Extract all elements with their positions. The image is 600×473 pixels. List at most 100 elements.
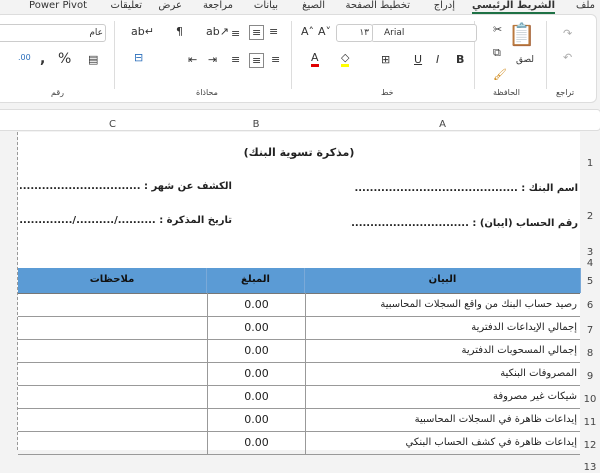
memo-date-field[interactable]: تاريخ المذكرة : ........../........../..… [20,215,232,226]
notes-cell[interactable] [18,339,206,362]
table-row: شيكات غير مصروفة 0.00 [18,385,580,409]
accounting-format-icon[interactable]: ▤ [88,53,98,66]
align-left-icon[interactable]: ≡ [231,53,240,66]
indent-icon[interactable]: ⇥ [208,53,217,66]
row-header[interactable]: 8 [580,348,600,359]
undo-icon[interactable]: ↶ [563,51,572,64]
row-header[interactable]: 3 [580,247,600,258]
notes-cell[interactable] [18,431,206,454]
align-bottom-icon[interactable]: ≡ [231,27,240,40]
clipboard-group-label: الحافظة [493,88,520,97]
table-row: إجمالي المسحوبات الدفترية 0.00 [18,339,580,363]
paste-button[interactable]: لصق [516,55,534,65]
row-header[interactable]: 11 [580,417,600,428]
cut-icon[interactable]: ✂ [493,23,502,36]
underline-icon[interactable]: U [414,53,422,66]
font-size-select[interactable]: ١٣ [336,24,373,42]
amount-cell[interactable]: 0.00 [207,385,306,408]
ribbon: ↷ ↶ تراجع 📋 لصق ✂ ⧉ 🖌 الحافظة Arial ١٣ A… [0,14,597,103]
column-header-b[interactable]: B [207,118,305,132]
row-header[interactable]: 10 [580,394,600,405]
row-header[interactable]: 13 [580,462,600,473]
notes-cell[interactable] [18,385,206,408]
wrap-text-icon[interactable]: ab↵ [131,25,154,38]
font-name-select[interactable]: Arial [371,24,477,42]
italic-icon[interactable]: I [436,53,439,66]
ribbon-tabs: ملف الشريط الرئيسي إدراج تخطيط الصفحة ال… [0,0,600,14]
bold-icon[interactable]: B [456,53,464,66]
comma-style-icon[interactable]: , [40,51,45,67]
tab-view[interactable]: عرض [158,0,182,12]
row-header[interactable]: 4 [580,258,600,269]
format-painter-icon[interactable]: 🖌 [493,68,507,81]
tab-review[interactable]: مراجعة [203,0,233,12]
description-cell[interactable]: المصروفات البنكية [305,362,580,385]
tab-comments[interactable]: تعليقات [111,0,142,12]
account-number-field[interactable]: رقم الحساب (أيبان) : ...................… [350,218,578,229]
tab-power-pivot[interactable]: Power Pivot [29,0,87,12]
description-cell[interactable]: رصيد حساب البنك من واقع السجلات المحاسبي… [305,293,580,316]
table-row: إيداعات ظاهرة في كشف الحساب البنكي 0.00 [18,431,580,455]
notes-cell[interactable] [18,362,206,385]
notes-cell[interactable] [18,408,206,431]
undo-group-label: تراجع [556,88,575,97]
header-description: البيان [305,268,581,293]
statement-month-field[interactable]: الكشف عن شهر : .........................… [20,181,232,192]
notes-cell[interactable] [18,316,206,339]
copy-icon[interactable]: ⧉ [493,46,501,60]
orientation-icon[interactable]: ab↗ [206,25,229,38]
description-cell[interactable]: إجمالي المسحوبات الدفترية [305,339,580,362]
paste-icon[interactable]: 📋 [508,23,535,48]
header-amount: المبلغ [207,268,305,293]
row-headers: 1 2 3 4 5 6 7 8 9 10 11 12 13 [580,132,600,473]
description-cell[interactable]: إجمالي الإيداعات الدفترية [305,316,580,339]
description-cell[interactable]: إيداعات ظاهرة في كشف الحساب البنكي [305,431,580,454]
align-center-icon[interactable]: ≡ [249,53,265,68]
row-header[interactable]: 2 [580,211,600,222]
borders-icon[interactable]: ⊞ [381,53,390,66]
redo-icon[interactable]: ↷ [563,27,572,40]
amount-cell[interactable]: 0.00 [207,293,306,316]
row-header[interactable]: 12 [580,440,600,451]
description-cell[interactable]: شيكات غير مصروفة [305,385,580,408]
tab-insert[interactable]: إدراج [434,0,455,12]
amount-cell[interactable]: 0.00 [207,316,306,339]
increase-font-icon[interactable]: A˄ [301,25,314,38]
merge-center-icon[interactable]: ⊟ [134,51,143,64]
number-format-select[interactable]: عام [0,24,106,42]
align-top-icon[interactable]: ≡ [269,25,278,38]
tab-data[interactable]: بيانات [254,0,278,12]
row-header[interactable]: 6 [580,300,600,311]
amount-cell[interactable]: 0.00 [207,362,306,385]
fill-color-icon[interactable]: ◇ [341,51,350,67]
amount-cell[interactable]: 0.00 [207,408,306,431]
row-header[interactable]: 1 [580,158,600,169]
table-row: إجمالي الإيداعات الدفترية 0.00 [18,316,580,340]
table-row: رصيد حساب البنك من واقع السجلات المحاسبي… [18,293,580,317]
column-header-c[interactable]: C [18,118,207,132]
font-color-icon[interactable]: A [311,51,319,67]
increase-decimal-icon[interactable]: .00 [18,53,31,62]
alignment-group-label: محاذاة [196,88,218,97]
align-right-icon[interactable]: ≡ [271,53,280,66]
tab-file[interactable]: ملف [576,0,595,12]
tab-formulas[interactable]: الصيغ [302,0,325,12]
notes-cell[interactable] [18,293,206,316]
amount-cell[interactable]: 0.00 [207,431,306,454]
percent-icon[interactable]: % [58,51,71,67]
text-direction-icon[interactable]: ¶ [176,25,183,38]
decrease-font-icon[interactable]: A˅ [318,25,331,38]
column-header-a[interactable]: A [305,118,580,132]
amount-cell[interactable]: 0.00 [207,339,306,362]
align-middle-icon[interactable]: ≡ [249,25,265,40]
sheet-title: (مذكرة تسوية البنك) [243,146,355,159]
row-header[interactable]: 7 [580,325,600,336]
tab-home[interactable]: الشريط الرئيسي [471,0,555,14]
row-header[interactable]: 5 [580,276,600,287]
outdent-icon[interactable]: ⇤ [188,53,197,66]
tab-page-layout[interactable]: تخطيط الصفحة [345,0,410,12]
row-header[interactable]: 9 [580,371,600,382]
bank-name-field[interactable]: اسم البنك : ............................… [355,183,578,194]
description-cell[interactable]: إيداعات ظاهرة في السجلات المحاسبية [305,408,580,431]
table-header-row: البيان المبلغ ملاحظات [18,268,581,294]
